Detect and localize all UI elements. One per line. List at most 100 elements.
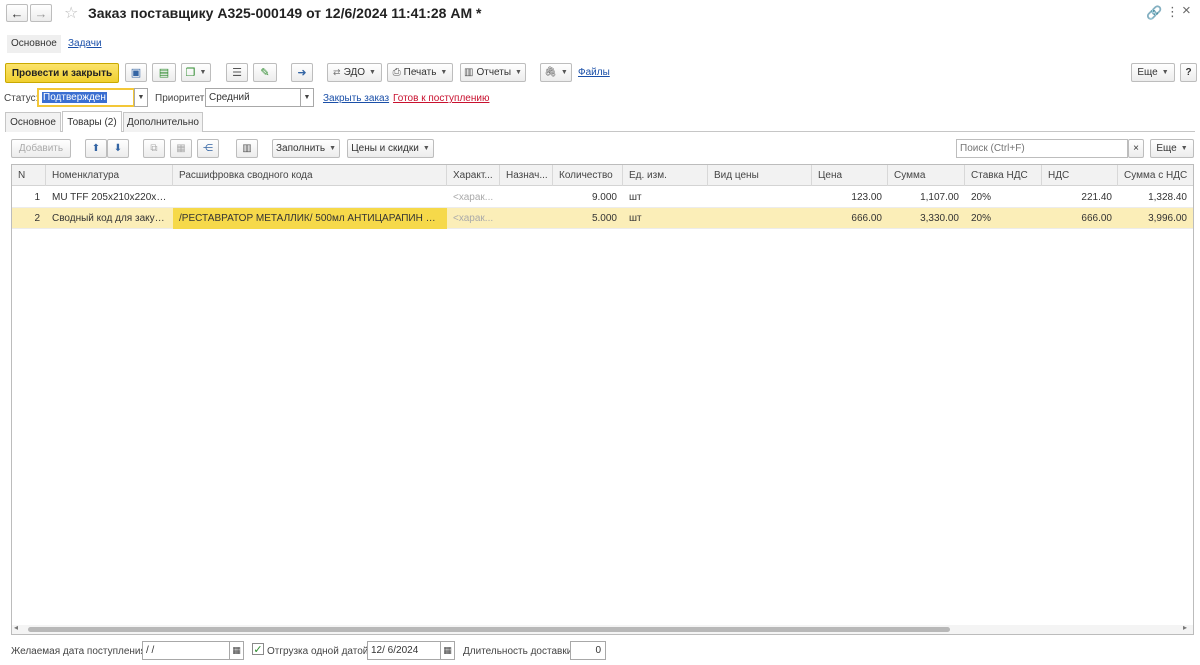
cell-price-type bbox=[708, 187, 812, 208]
delivery-duration-field[interactable]: 0 bbox=[570, 641, 606, 660]
back-button[interactable]: ← bbox=[6, 4, 28, 22]
list-icon: ☰ bbox=[232, 67, 242, 79]
create-based-on-button[interactable]: ❐ ▼ bbox=[181, 63, 211, 82]
search-input[interactable] bbox=[956, 139, 1128, 158]
delivery-duration-value: 0 bbox=[595, 645, 601, 656]
tab-additional[interactable]: Дополнительно bbox=[123, 112, 203, 132]
table-row[interactable]: 1 MU TFF 205x210x220x2... <харак... 9.00… bbox=[12, 187, 1193, 208]
status-dropdown-button[interactable]: ▼ bbox=[134, 88, 148, 107]
desired-date-calendar-button[interactable]: ▦ bbox=[229, 641, 244, 660]
desired-date-value: / / bbox=[146, 645, 155, 656]
save-button[interactable]: ▣ bbox=[125, 63, 147, 82]
cell-unit: шт bbox=[629, 192, 642, 203]
post-button[interactable]: ▤ bbox=[152, 63, 176, 82]
scrollbar-thumb[interactable] bbox=[28, 627, 950, 632]
files-link[interactable]: Файлы bbox=[578, 67, 610, 78]
col-n[interactable]: N bbox=[12, 165, 46, 186]
post-and-close-button[interactable]: Провести и закрыть bbox=[5, 63, 119, 83]
cell-nomenclature: Сводный код для закуп... bbox=[52, 213, 169, 224]
cell-price-type bbox=[708, 208, 812, 229]
cell-price: 123.00 bbox=[851, 192, 882, 203]
forward-button[interactable]: → bbox=[30, 4, 52, 22]
cell-sum: 3,330.00 bbox=[920, 213, 959, 224]
col-characteristic[interactable]: Характ... bbox=[447, 165, 500, 186]
edo-button[interactable]: ⇄ ЭДО ▼ bbox=[327, 63, 382, 82]
chevron-down-icon: ▼ bbox=[303, 94, 311, 101]
cell-decode: /РЕСТАВРАТОР МЕТАЛЛИК/ 500мл АНТИЦАРАПИН… bbox=[173, 208, 447, 229]
col-total[interactable]: Сумма с НДС bbox=[1118, 165, 1193, 186]
print-button[interactable]: ⎙ Печать ▼ bbox=[387, 63, 453, 82]
single-date-label: Отгрузка одной датой bbox=[267, 646, 369, 657]
col-nomenclature[interactable]: Номенклатура bbox=[46, 165, 173, 186]
goods-more-button[interactable]: Еще ▼ bbox=[1150, 139, 1194, 158]
priority-field[interactable]: Средний bbox=[205, 88, 301, 107]
cell-vat: 221.40 bbox=[1081, 192, 1112, 203]
link-icon[interactable]: 🔗 bbox=[1146, 5, 1162, 21]
goods-table[interactable]: N Номенклатура Расшифровка сводного кода… bbox=[11, 164, 1194, 635]
priority-dropdown-button[interactable]: ▼ bbox=[300, 88, 314, 107]
barcode-button[interactable]: ▥ bbox=[236, 139, 258, 158]
status-field[interactable]: Подтвержден bbox=[37, 88, 135, 107]
move-down-button[interactable]: ⬇ bbox=[107, 139, 129, 158]
cell-total: 3,996.00 bbox=[1148, 213, 1187, 224]
nav-main[interactable]: Основное bbox=[7, 35, 61, 53]
close-icon[interactable]: × bbox=[1182, 2, 1191, 19]
paste-icon: ▦ bbox=[176, 143, 186, 154]
arrow-goto-icon: ➜ bbox=[297, 67, 307, 79]
goto-button[interactable]: ➜ bbox=[291, 63, 313, 82]
goods-more-label: Еще bbox=[1156, 143, 1177, 154]
scroll-left-icon[interactable]: ◂ bbox=[14, 623, 18, 632]
fill-button[interactable]: Заполнить ▼ bbox=[272, 139, 340, 158]
col-vat[interactable]: НДС bbox=[1042, 165, 1118, 186]
col-purpose[interactable]: Назнач... bbox=[500, 165, 553, 186]
more-menu-icon[interactable]: ⋮ bbox=[1166, 4, 1179, 20]
tab-main[interactable]: Основное bbox=[5, 112, 61, 132]
printer-icon: ⎙ bbox=[392, 67, 401, 78]
single-date-field[interactable]: 12/ 6/2024 bbox=[367, 641, 441, 660]
single-date-value: 12/ 6/2024 bbox=[371, 645, 419, 656]
col-unit[interactable]: Ед. изм. bbox=[623, 165, 708, 186]
edit-button[interactable]: ✎ bbox=[253, 63, 277, 82]
delivery-duration-label: Длительность доставки: bbox=[463, 646, 576, 657]
copy-row-button[interactable]: ⧉ bbox=[143, 139, 165, 158]
paste-row-button[interactable]: ▦ bbox=[170, 139, 192, 158]
nav-tasks[interactable]: Задачи bbox=[68, 38, 102, 49]
cell-vat: 666.00 bbox=[1081, 213, 1112, 224]
tab-goods[interactable]: Товары (2) bbox=[62, 111, 122, 132]
scroll-right-icon[interactable]: ▸ bbox=[1183, 623, 1187, 632]
more-button[interactable]: Еще ▼ bbox=[1131, 63, 1175, 82]
table-row[interactable]: 2 Сводный код для закуп... /РЕСТАВРАТОР … bbox=[12, 208, 1193, 229]
cell-n: 2 bbox=[34, 213, 40, 224]
col-decode[interactable]: Расшифровка сводного кода bbox=[173, 165, 447, 186]
close-order-link[interactable]: Закрыть заказ bbox=[323, 93, 389, 104]
col-quantity[interactable]: Количество bbox=[553, 165, 623, 186]
search-clear-button[interactable]: × bbox=[1128, 139, 1144, 158]
prices-discounts-button[interactable]: Цены и скидки ▼ bbox=[347, 139, 434, 158]
single-date-checkbox[interactable]: ✓ bbox=[252, 643, 264, 656]
col-sum[interactable]: Сумма bbox=[888, 165, 965, 186]
reports-label: Отчеты bbox=[476, 67, 512, 78]
calendar-icon: ▦ bbox=[232, 645, 241, 655]
split-row-button[interactable]: ⋲ bbox=[197, 139, 219, 158]
reports-button[interactable]: ▥ Отчеты ▼ bbox=[460, 63, 526, 82]
col-vat-rate[interactable]: Ставка НДС bbox=[965, 165, 1042, 186]
fill-label: Заполнить bbox=[275, 143, 326, 154]
move-up-button[interactable]: ⬆ bbox=[85, 139, 107, 158]
star-icon[interactable]: ☆ bbox=[64, 3, 78, 23]
col-price-type[interactable]: Вид цены bbox=[708, 165, 812, 186]
single-date-calendar-button[interactable]: ▦ bbox=[440, 641, 455, 660]
cell-unit: шт bbox=[629, 213, 642, 224]
add-row-button[interactable]: Добавить bbox=[11, 139, 71, 158]
status-label: Статус: bbox=[4, 93, 39, 104]
calendar-icon: ▦ bbox=[443, 645, 452, 655]
copy-icon: ⧉ bbox=[150, 143, 158, 154]
cell-purpose bbox=[500, 187, 553, 208]
attach-button[interactable]: 🖇 ▼ bbox=[540, 63, 572, 82]
desired-date-field[interactable]: / / bbox=[142, 641, 230, 660]
structure-button[interactable]: ☰ bbox=[226, 63, 248, 82]
horizontal-scrollbar[interactable]: ◂ ▸ bbox=[12, 623, 1193, 634]
priority-value: Средний bbox=[209, 92, 250, 103]
ready-for-receipt-link[interactable]: Готов к поступлению bbox=[393, 93, 489, 104]
col-price[interactable]: Цена bbox=[812, 165, 888, 186]
help-button[interactable]: ? bbox=[1180, 63, 1197, 82]
